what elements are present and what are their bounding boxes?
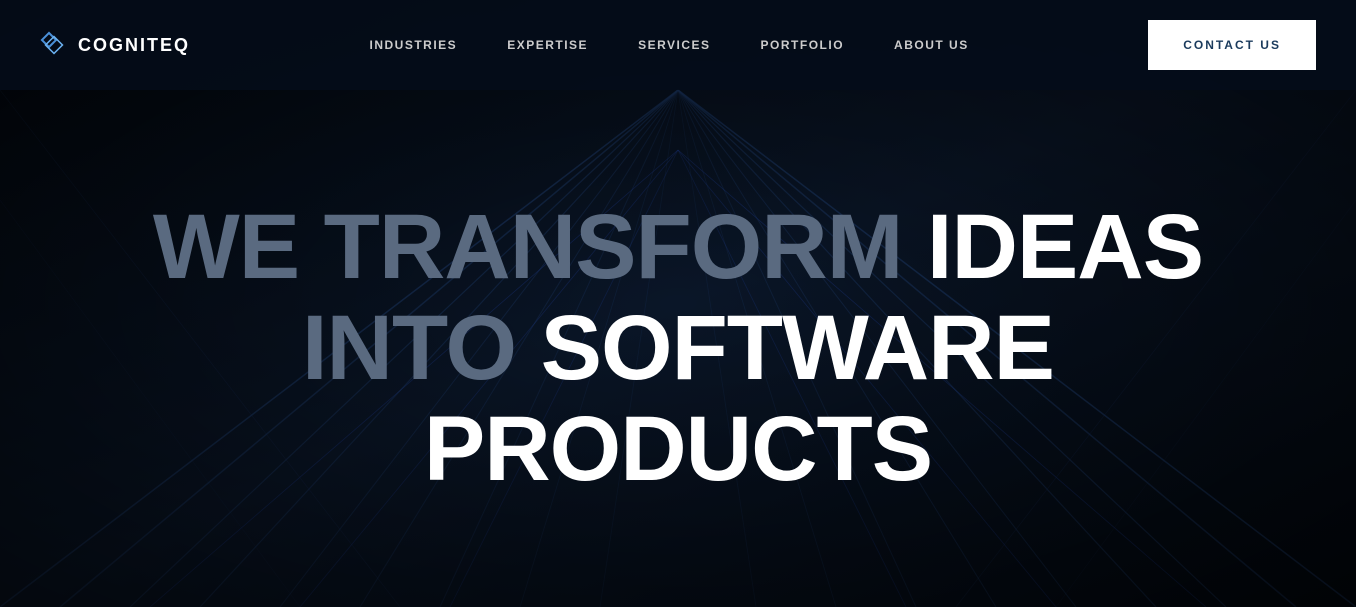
hero-line-1: WE TRANSFORM IDEAS (80, 197, 1276, 298)
nav-links: INDUSTRIES EXPERTISE SERVICES PORTFOLIO … (370, 36, 969, 54)
nav-item-services[interactable]: SERVICES (638, 36, 710, 54)
page-wrapper: COGNITEQ INDUSTRIES EXPERTISE SERVICES P… (0, 0, 1356, 607)
logo[interactable]: COGNITEQ (40, 31, 190, 59)
nav-item-about[interactable]: ABOUT US (894, 36, 969, 54)
nav-link-industries[interactable]: INDUSTRIES (370, 38, 458, 52)
hero-section: WE TRANSFORM IDEAS INTO SOFTWARE PRODUCT… (0, 90, 1356, 607)
logo-icon (40, 31, 68, 59)
logo-text: COGNITEQ (78, 35, 190, 56)
hero-line1-dim: WE TRANSFORM (153, 196, 927, 298)
hero-line2-dim: INTO (302, 297, 541, 399)
nav-item-industries[interactable]: INDUSTRIES (370, 36, 458, 54)
nav-link-portfolio[interactable]: PORTFOLIO (761, 38, 845, 52)
hero-text: WE TRANSFORM IDEAS INTO SOFTWARE PRODUCT… (80, 197, 1276, 501)
nav-link-about[interactable]: ABOUT US (894, 38, 969, 52)
navbar: COGNITEQ INDUSTRIES EXPERTISE SERVICES P… (0, 0, 1356, 90)
hero-line1-bright: IDEAS (927, 196, 1203, 298)
hero-line-2: INTO SOFTWARE PRODUCTS (80, 298, 1276, 500)
contact-us-button[interactable]: CONTACT US (1148, 20, 1316, 70)
nav-item-portfolio[interactable]: PORTFOLIO (761, 36, 845, 54)
nav-item-expertise[interactable]: EXPERTISE (507, 36, 588, 54)
nav-link-expertise[interactable]: EXPERTISE (507, 38, 588, 52)
nav-link-services[interactable]: SERVICES (638, 38, 710, 52)
